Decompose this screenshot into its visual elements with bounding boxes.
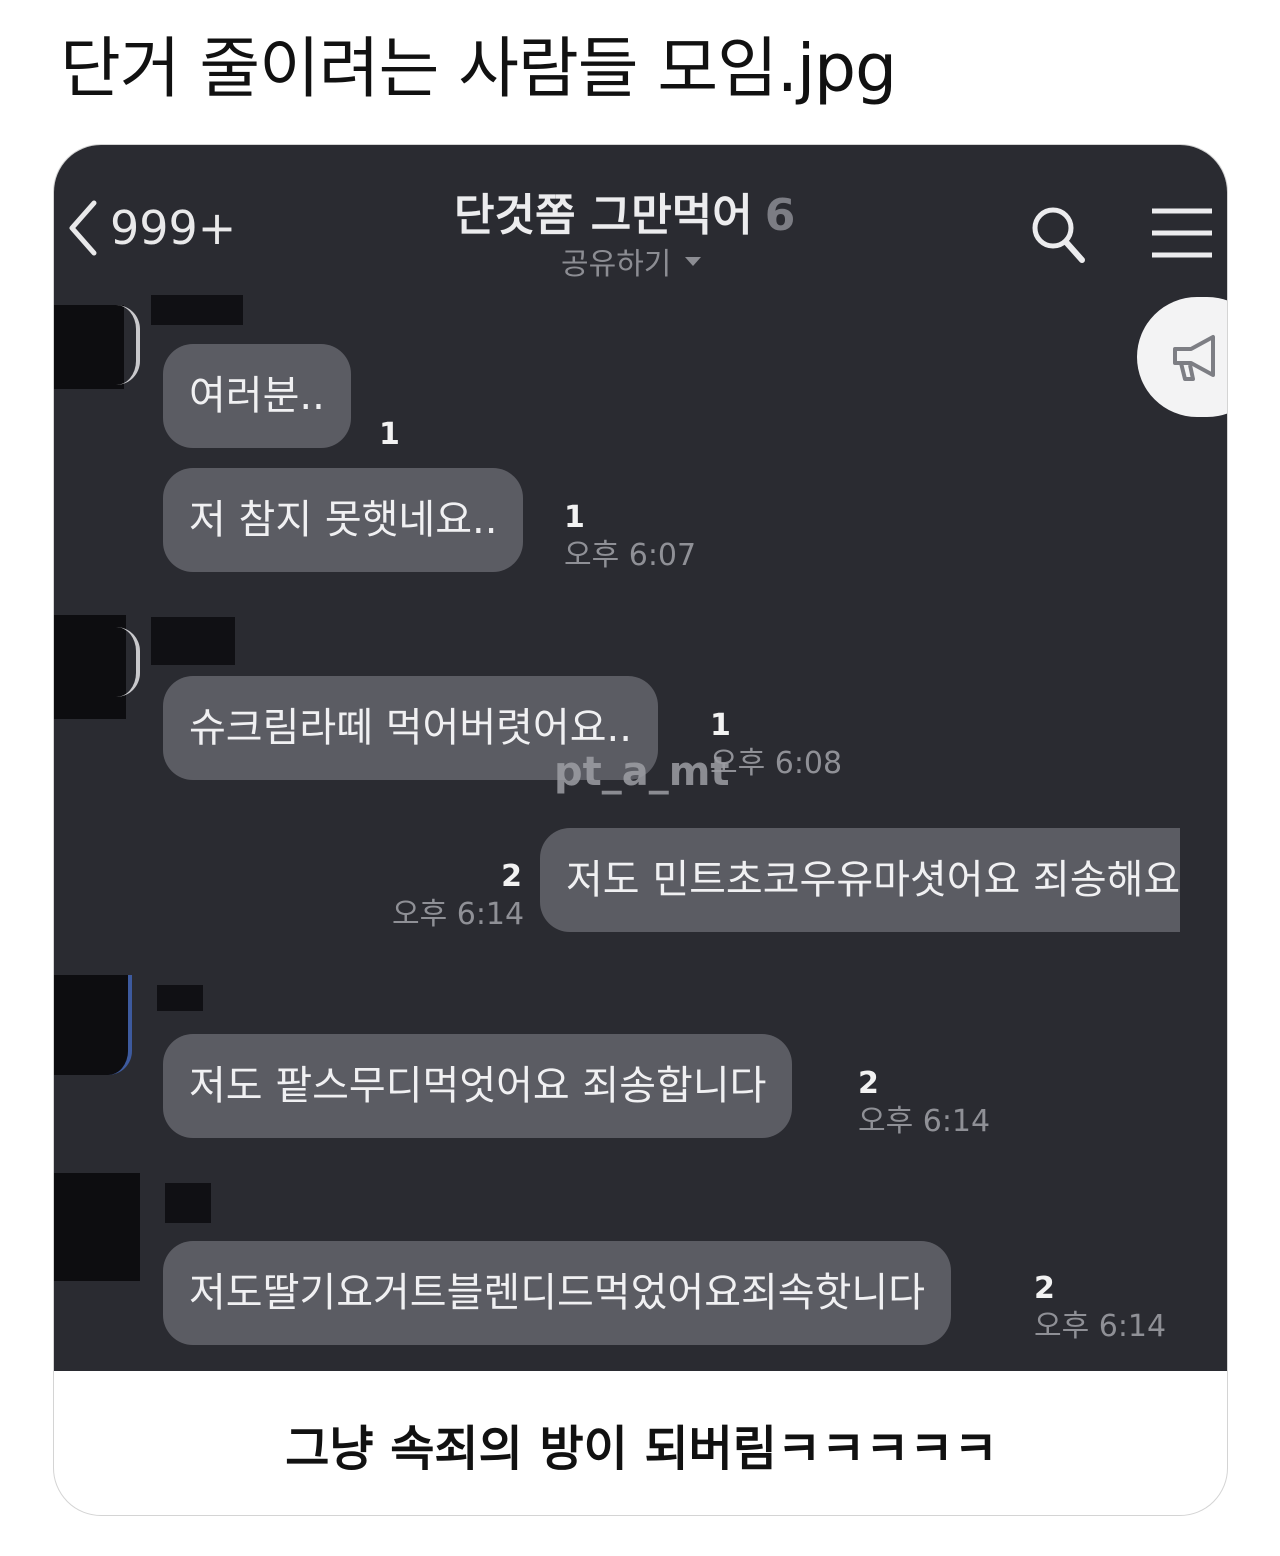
- search-icon[interactable]: [1029, 203, 1087, 265]
- avatar: [54, 305, 124, 389]
- avatar-edge: [116, 627, 140, 697]
- sender-name-redacted: [151, 295, 243, 325]
- menu-icon[interactable]: [1150, 207, 1214, 259]
- unread-count: 2: [1034, 1271, 1055, 1306]
- message-time: 오후 6:08: [710, 746, 843, 781]
- sender-name-redacted: [151, 617, 235, 665]
- message-meta: 1: [379, 417, 400, 453]
- message-time: 오후 6:14: [1034, 1309, 1167, 1344]
- avatar: [54, 975, 132, 1075]
- post-title: 단거 줄이려는 사람들 모임.jpg: [60, 30, 897, 107]
- message-bubble[interactable]: 저 참지 못햇네요..: [163, 468, 524, 572]
- avatar: [54, 1173, 140, 1281]
- caret-down-icon: [685, 256, 702, 266]
- image-caption: 그냥 속죄의 방이 되버림ㅋㅋㅋㅋㅋ: [285, 1421, 998, 1477]
- notice-button[interactable]: [1137, 297, 1227, 417]
- unread-count: 1: [379, 417, 400, 452]
- sender-name-redacted: [157, 985, 203, 1011]
- watermark: pt_a_mt: [554, 749, 730, 795]
- message-time: 오후 6:14: [858, 1104, 991, 1139]
- message-meta: 1 오후 6:08: [710, 708, 842, 784]
- room-name: 단것쫌 그만먹어: [454, 190, 753, 241]
- message-meta: 1 오후 6:07: [564, 500, 696, 576]
- message-meta: 2 오후 6:14: [392, 859, 525, 935]
- chat-screenshot: 999+ 단것쫌 그만먹어 6 공유하기 여러분.. 1 저 참지 못햇네요..…: [54, 145, 1227, 1371]
- member-count: 6: [764, 190, 796, 241]
- message-bubble[interactable]: 여러분..: [163, 344, 351, 448]
- message-meta: 2 오후 6:14: [858, 1066, 990, 1142]
- message-meta: 2 오후 6:14: [1034, 1271, 1166, 1347]
- post-image-card: 999+ 단것쫌 그만먹어 6 공유하기 여러분.. 1 저 참지 못햇네요..…: [53, 144, 1228, 1516]
- my-message-bubble[interactable]: 저도 민트초코우유마셧어요 죄송해요: [540, 828, 1181, 932]
- avatar-edge: [116, 305, 140, 385]
- share-dropdown[interactable]: 공유하기: [561, 239, 702, 283]
- sender-name-redacted: [165, 1183, 211, 1223]
- share-label: 공유하기: [561, 247, 672, 282]
- message-bubble[interactable]: 저도 팥스무디먹엇어요 죄송합니다: [163, 1034, 793, 1138]
- chat-room-title: 단것쫌 그만먹어 6: [454, 179, 854, 243]
- message-time: 오후 6:07: [564, 538, 697, 573]
- unread-count: 1: [564, 500, 585, 535]
- unread-count: 1: [710, 708, 731, 743]
- chevron-left-icon: [69, 200, 97, 256]
- unread-chats-count: 999+: [110, 201, 237, 255]
- message-bubble[interactable]: 저도딸기요거트블렌디드먹었어요죄속핫니다: [163, 1241, 951, 1345]
- back-button[interactable]: 999+: [64, 197, 236, 259]
- message-time: 오후 6:14: [392, 897, 525, 932]
- unread-count: 2: [501, 859, 522, 894]
- megaphone-icon: [1173, 335, 1215, 381]
- unread-count: 2: [858, 1066, 879, 1101]
